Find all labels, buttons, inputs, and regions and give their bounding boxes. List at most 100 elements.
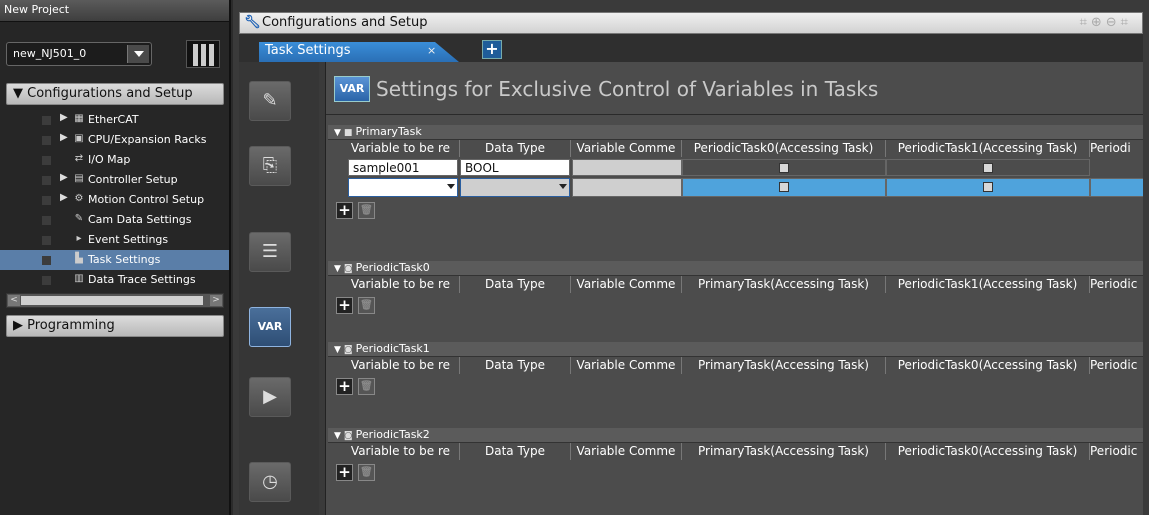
comment-cell[interactable] xyxy=(572,178,682,197)
table-header: Variable to be re Data Type Variable Com… xyxy=(328,443,1143,460)
column-header[interactable]: PeriodicTask1(Accessing Task) xyxy=(886,140,1090,157)
page-title: Settings for Exclusive Control of Variab… xyxy=(376,77,879,101)
column-header[interactable]: Variable Comme xyxy=(571,357,682,374)
chevron-down-icon[interactable] xyxy=(127,45,149,63)
tree-item-label: CPU/Expansion Racks xyxy=(88,133,207,146)
access-cell xyxy=(682,178,886,197)
zoom-controls-icon[interactable]: ⌗⊕⊖⌗ xyxy=(1080,15,1132,30)
column-header[interactable]: PeriodicTask0(Accessing Task) xyxy=(682,140,886,157)
add-row-button[interactable]: + xyxy=(336,378,353,395)
section-header[interactable]: ▼ ◙ PeriodicTask0 xyxy=(328,261,1143,276)
column-header[interactable]: Variable Comme xyxy=(571,443,682,460)
task-icon: ▙ xyxy=(75,253,83,264)
collapse-icon[interactable]: ▼ xyxy=(334,345,341,355)
scroll-right-icon[interactable]: > xyxy=(210,295,222,306)
add-row-button[interactable]: + xyxy=(336,202,353,219)
delete-row-button[interactable]: 🗑︎ xyxy=(358,202,375,219)
access-checkbox[interactable] xyxy=(983,182,993,192)
column-header[interactable]: Variable Comme xyxy=(571,140,682,157)
delete-row-button[interactable]: 🗑︎ xyxy=(358,464,375,481)
tree-scrollbar[interactable]: < > xyxy=(6,293,224,308)
column-header[interactable]: Variable to be re xyxy=(342,357,460,374)
tree-item-motion-setup[interactable]: ▶ ⚙ Motion Control Setup xyxy=(0,190,229,210)
column-header[interactable]: Periodic xyxy=(1090,443,1143,460)
section-header[interactable]: ▼ ■ PrimaryTask xyxy=(328,125,1143,140)
program-assign-icon[interactable]: ⎘ xyxy=(249,146,291,186)
access-checkbox[interactable] xyxy=(779,163,789,173)
column-header[interactable]: Periodic xyxy=(1090,357,1143,374)
wrench-icon: 🔧︎ xyxy=(244,15,261,30)
column-header[interactable]: Variable to be re xyxy=(342,443,460,460)
data-type-combo[interactable] xyxy=(460,178,570,197)
variable-cell[interactable]: sample001 xyxy=(348,159,458,176)
access-checkbox[interactable] xyxy=(983,163,993,173)
tab-task-settings[interactable]: Task Settings × xyxy=(259,42,459,62)
configurations-category[interactable]: ▼ Configurations and Setup xyxy=(6,83,224,105)
collapse-icon[interactable]: ▼ xyxy=(334,431,341,441)
controller-status-icon[interactable] xyxy=(186,40,220,68)
app-window: New Project new_NJ501_0 ▼ Configurations… xyxy=(0,0,1149,515)
tree-item-controller-setup[interactable]: ▶ ▤ Controller Setup xyxy=(0,170,229,190)
folder-icon: ■ xyxy=(343,128,353,138)
comment-cell[interactable] xyxy=(572,159,682,176)
collapse-icon[interactable]: ▼ xyxy=(334,128,341,138)
column-header[interactable]: PrimaryTask(Accessing Task) xyxy=(682,443,886,460)
collapse-icon[interactable]: ▼ xyxy=(334,264,341,274)
var-icon[interactable]: VAR xyxy=(249,307,291,347)
variable-combo[interactable] xyxy=(348,178,458,197)
config-tree: ▶ ▦ EtherCAT ▶ ▣ CPU/Expansion Racks ⇄ I/O Ma… xyxy=(0,110,229,290)
list-icon[interactable]: ☰ xyxy=(249,232,291,272)
table-row-new xyxy=(328,178,1143,198)
task-timer-icon[interactable]: ◷ xyxy=(249,462,291,502)
tree-item-task-settings[interactable]: ▙ Task Settings xyxy=(0,250,229,270)
section-header[interactable]: ▼ ◙ PeriodicTask2 xyxy=(328,428,1143,443)
scroll-left-icon[interactable]: < xyxy=(8,295,20,306)
programming-category[interactable]: ▶ Programming xyxy=(6,315,224,337)
delete-row-button[interactable]: 🗑︎ xyxy=(358,378,375,395)
column-header[interactable]: PrimaryTask(Accessing Task) xyxy=(682,357,886,374)
chevron-down-icon[interactable] xyxy=(447,184,455,189)
column-header[interactable]: Data Type xyxy=(460,443,571,460)
chevron-down-icon[interactable] xyxy=(559,184,567,189)
column-header[interactable]: PrimaryTask(Accessing Task) xyxy=(682,276,886,293)
close-icon[interactable]: × xyxy=(427,44,436,57)
tree-item-cam-data[interactable]: ✎ Cam Data Settings xyxy=(0,210,229,230)
column-header[interactable]: PeriodicTask1(Accessing Task) xyxy=(886,276,1090,293)
tree-item-data-trace[interactable]: ▥ Data Trace Settings xyxy=(0,270,229,290)
row-actions: + 🗑︎ xyxy=(328,198,1143,226)
column-header[interactable]: PeriodicTask0(Accessing Task) xyxy=(886,357,1090,374)
column-header[interactable]: Variable to be re xyxy=(342,140,460,157)
table-header: Variable to be re Data Type Variable Com… xyxy=(328,276,1143,293)
settings-sidebar: ✎ ⎘ ☰ VAR ▶ ◷ xyxy=(239,62,319,515)
editor-title-bar: 🔧︎Configurations and Setup ⌗⊕⊖⌗ xyxy=(239,12,1143,34)
access-checkbox[interactable] xyxy=(779,182,789,192)
tree-item-io-map[interactable]: ⇄ I/O Map xyxy=(0,150,229,170)
column-header[interactable]: Periodic xyxy=(1090,276,1143,293)
tree-item-label: I/O Map xyxy=(88,153,131,166)
task-run-icon[interactable]: ▶ xyxy=(249,377,291,417)
delete-row-button[interactable]: 🗑︎ xyxy=(358,297,375,314)
column-header[interactable]: Data Type xyxy=(460,276,571,293)
tree-item-label: Motion Control Setup xyxy=(88,193,205,206)
tree-item-ethercat[interactable]: ▶ ▦ EtherCAT xyxy=(0,110,229,130)
column-header[interactable]: PeriodicTask0(Accessing Task) xyxy=(886,443,1090,460)
project-title: New Project xyxy=(0,0,229,22)
column-header[interactable]: Variable Comme xyxy=(571,276,682,293)
column-header[interactable]: Data Type xyxy=(460,357,571,374)
column-header[interactable]: Variable to be re xyxy=(342,276,460,293)
tree-item-event-settings[interactable]: ▸ Event Settings xyxy=(0,230,229,250)
tree-item-cpu-racks[interactable]: ▶ ▣ CPU/Expansion Racks xyxy=(0,130,229,150)
data-type-cell[interactable]: BOOL xyxy=(460,159,570,176)
controller-select[interactable]: new_NJ501_0 xyxy=(6,42,152,66)
add-row-button[interactable]: + xyxy=(336,297,353,314)
tab-label: Task Settings xyxy=(265,43,351,58)
scroll-thumb[interactable] xyxy=(21,296,203,305)
add-tab-button[interactable]: + xyxy=(482,40,502,59)
column-header[interactable]: Periodi xyxy=(1090,140,1143,157)
task-section-periodic0: ▼ ◙ PeriodicTask0 Variable to be re Data T… xyxy=(328,261,1143,321)
var-badge-icon: VAR xyxy=(334,76,370,102)
section-header[interactable]: ▼ ◙ PeriodicTask1 xyxy=(328,342,1143,357)
pencil-icon[interactable]: ✎ xyxy=(249,81,291,121)
column-header[interactable]: Data Type xyxy=(460,140,571,157)
add-row-button[interactable]: + xyxy=(336,464,353,481)
